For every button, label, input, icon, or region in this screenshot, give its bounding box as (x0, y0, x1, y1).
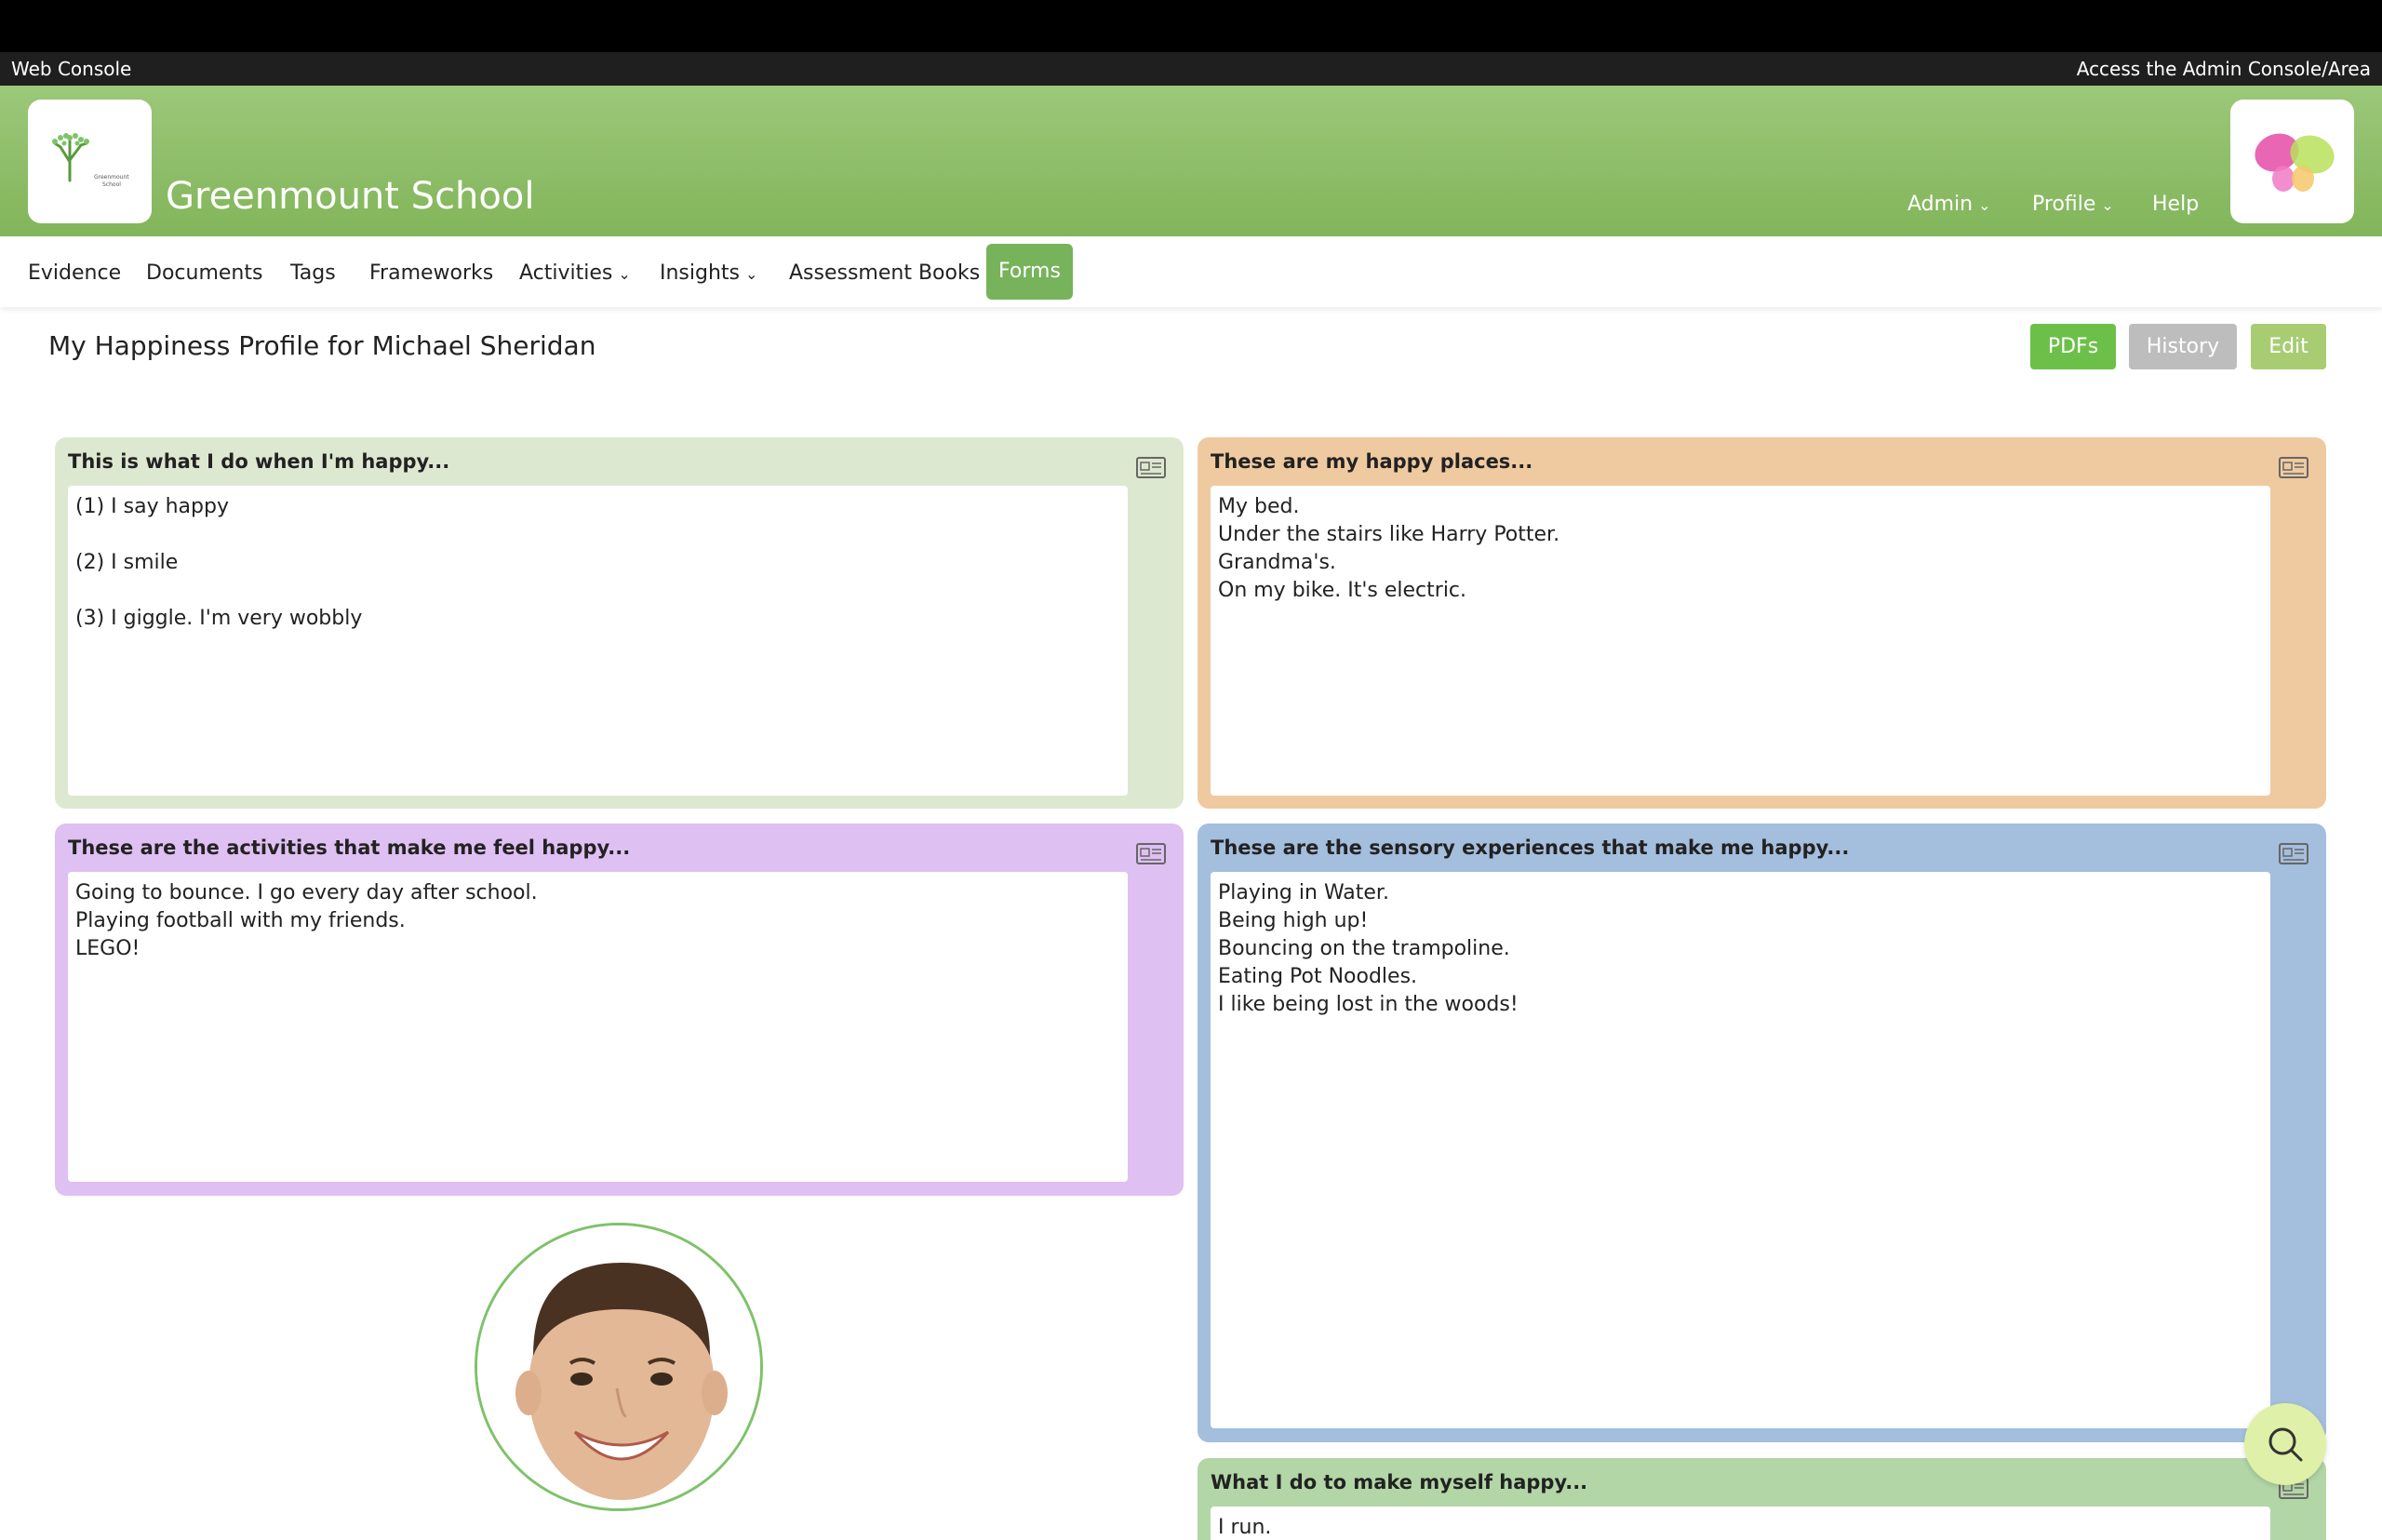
profile-label: Profile (2032, 193, 2096, 216)
nav-tags[interactable]: Tags (290, 257, 336, 290)
card-make-happy: What I do to make myself happy... I run. (1198, 1458, 2326, 1540)
text-line: Bouncing on the trampoline. (1218, 937, 1510, 960)
nav-evidence[interactable]: Evidence (28, 257, 121, 290)
newspaper-icon[interactable] (1135, 840, 1169, 866)
card-happy-places: These are my happy places... My bed. Und… (1198, 437, 2326, 809)
nav-insights-label: Insights (660, 261, 741, 285)
text-line: Being high up! (1218, 909, 1369, 932)
nav-activities-label: Activities (519, 261, 613, 285)
admin-label: Admin (1907, 193, 1974, 216)
card-title: These are the activities that make me fe… (68, 837, 631, 859)
chevron-down-icon: ⌄ (745, 265, 758, 283)
chevron-down-icon: ⌄ (618, 265, 631, 283)
card-title: What I do to make myself happy... (1211, 1471, 1588, 1493)
text-line: Eating Pot Noodles. (1218, 965, 1418, 988)
chevron-down-icon: ⌄ (2101, 196, 2114, 214)
nav-frameworks[interactable]: Frameworks (369, 257, 493, 290)
school-name: Greenmount School (166, 175, 535, 218)
text-line: Under the stairs like Harry Potter. (1218, 523, 1560, 546)
card-content: (1) I say happy (2) I smile (3) I giggle… (68, 486, 1128, 796)
text-line: I run. (1218, 1516, 1272, 1539)
newspaper-icon[interactable] (1135, 454, 1169, 480)
top-black-bar (0, 0, 2382, 52)
nav-documents[interactable]: Documents (146, 257, 262, 290)
main-navbar: Evidence Documents Tags Frameworks Activ… (0, 236, 2382, 307)
edit-button[interactable]: Edit (2251, 324, 2326, 369)
text-line: Playing in Water. (1218, 881, 1389, 904)
card-title: These are the sensory experiences that m… (1211, 837, 1850, 859)
text-line: Going to bounce. I go every day after sc… (75, 881, 538, 904)
card-title: These are my happy places... (1211, 450, 1533, 473)
text-line: LEGO! (75, 937, 141, 960)
card-content: I run. (1211, 1507, 2270, 1540)
nav-insights[interactable]: Insights ⌄ (660, 257, 757, 290)
web-console-label: Web Console (11, 58, 132, 80)
brand-logo[interactable] (2230, 100, 2354, 223)
newspaper-icon[interactable] (2278, 840, 2311, 866)
logo-wordmark-2: School (102, 181, 121, 188)
tree-logo-icon: Greenmount School (51, 132, 129, 188)
card-sensory: These are the sensory experiences that m… (1198, 824, 2326, 1442)
chevron-down-icon: ⌄ (1978, 196, 1991, 214)
card-activities: These are the activities that make me fe… (55, 824, 1184, 1196)
card-content: My bed. Under the stairs like Harry Pott… (1211, 486, 2270, 796)
nav-assessment-books[interactable]: Assessment Books (789, 257, 980, 290)
card-content: Playing in Water. Being high up! Bouncin… (1211, 872, 2270, 1428)
school-logo[interactable]: Greenmount School (28, 100, 152, 223)
text-line: Playing football with my friends. (75, 909, 406, 932)
admin-menu[interactable]: Admin ⌄ (1907, 193, 1991, 216)
child-portrait (477, 1225, 760, 1508)
help-link[interactable]: Help (2152, 193, 2199, 216)
text-line: (3) I giggle. I'm very wobbly (75, 607, 363, 630)
search-icon (2268, 1427, 2303, 1462)
page-title: My Happiness Profile for Michael Sherida… (48, 330, 596, 361)
text-line: I like being lost in the woods! (1218, 993, 1519, 1016)
search-fab[interactable] (2244, 1403, 2326, 1485)
nav-forms[interactable]: Forms (986, 244, 1073, 300)
text-line (75, 521, 1120, 549)
profile-menu[interactable]: Profile ⌄ (2032, 193, 2114, 216)
card-happy-do: This is what I do when I'm happy... (1) … (55, 437, 1184, 809)
admin-console-link[interactable]: Access the Admin Console/Area (2077, 52, 2371, 86)
text-line: Grandma's. (1218, 551, 1336, 574)
newspaper-icon[interactable] (2278, 454, 2311, 480)
text-line: (2) I smile (75, 551, 179, 574)
text-line: (1) I say happy (75, 495, 229, 518)
history-button[interactable]: History (2129, 324, 2237, 369)
text-line: On my bike. It's electric. (1218, 579, 1467, 602)
text-line: My bed. (1218, 495, 1300, 518)
profile-photo (475, 1223, 763, 1511)
pdfs-button[interactable]: PDFs (2030, 324, 2116, 369)
logo-wordmark: Greenmount (94, 174, 129, 181)
nav-activities[interactable]: Activities ⌄ (519, 257, 631, 290)
card-content: Going to bounce. I go every day after sc… (68, 872, 1128, 1182)
butterfly-logo-icon (2254, 132, 2335, 192)
console-bar: Web Console Access the Admin Console/Are… (0, 52, 2382, 86)
text-line (75, 577, 1120, 605)
card-title: This is what I do when I'm happy... (68, 450, 450, 473)
